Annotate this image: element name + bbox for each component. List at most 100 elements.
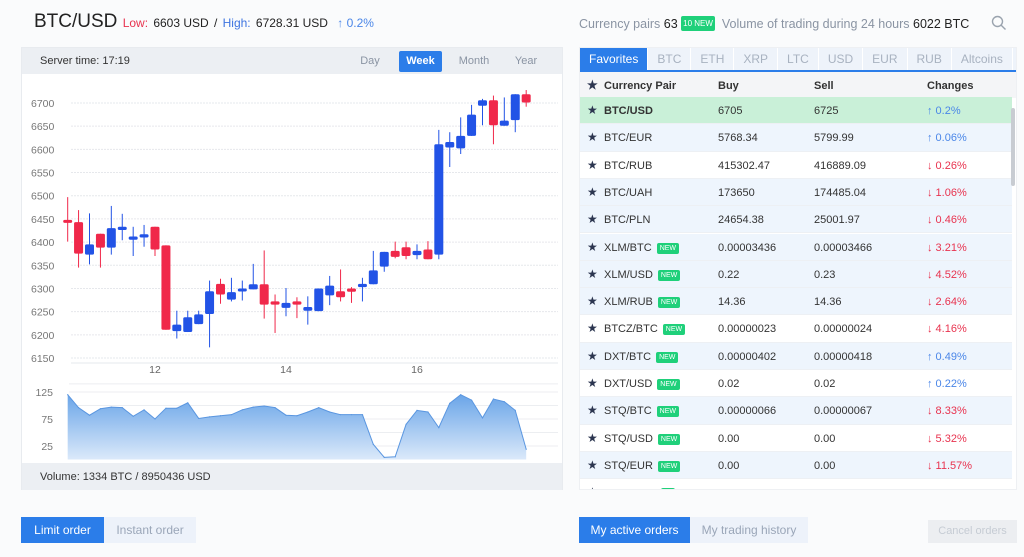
candle-body: [456, 135, 466, 149]
candle[interactable]: [314, 288, 324, 312]
star-icon: ★: [587, 78, 598, 92]
volume-point: [99, 408, 102, 410]
candle[interactable]: [139, 224, 149, 247]
change-percent: ↓ 5.32%: [927, 432, 967, 445]
table-row[interactable]: ★ BTC/RUB 415302.47 416889.09 ↓ 0.26%: [580, 152, 1012, 179]
candle[interactable]: [161, 245, 171, 330]
cancel-orders-button[interactable]: Cancel orders: [928, 520, 1017, 543]
tab-xrp[interactable]: XRP: [734, 48, 779, 70]
candle[interactable]: [85, 213, 94, 265]
table-scrollbar[interactable]: [1011, 108, 1015, 186]
new-pairs-badge: 10 NEW: [681, 16, 715, 31]
candle[interactable]: [434, 129, 444, 260]
tab-rub[interactable]: RUB: [908, 48, 952, 70]
candle[interactable]: [325, 275, 335, 306]
star-icon[interactable]: ★: [587, 321, 598, 335]
candle[interactable]: [488, 95, 498, 145]
limit-order-button[interactable]: Limit order: [21, 517, 104, 543]
table-row[interactable]: ★: [580, 479, 1012, 489]
table-row[interactable]: ★ STQ/USD NEW 0.00 0.00 ↓ 5.32%: [580, 425, 1012, 452]
buy-price: 14.36: [718, 296, 746, 309]
candle[interactable]: [205, 280, 215, 348]
star-icon[interactable]: ★: [587, 240, 598, 254]
instant-order-button[interactable]: Instant order: [104, 517, 196, 543]
candle[interactable]: [521, 90, 531, 107]
price-volume-chart[interactable]: 6150 6200 6250 6300 6350 6400 6450 6500 6550 6600…: [1, 1, 564, 464]
candle[interactable]: [401, 241, 411, 260]
tab-btc[interactable]: BTC: [648, 48, 692, 70]
star-icon[interactable]: ★: [587, 294, 598, 308]
sell-price: 0.00: [814, 432, 836, 445]
table-row[interactable]: ★ BTC/USD 6705 6725 ↑ 0.2%: [580, 97, 1012, 125]
volume-point: [383, 456, 385, 458]
candle[interactable]: [292, 297, 302, 319]
tab-eur[interactable]: EUR: [863, 48, 908, 70]
table-row[interactable]: ★ DXT/USD NEW 0.02 0.02 ↑ 0.22%: [580, 370, 1012, 398]
candle[interactable]: [368, 250, 378, 285]
candle[interactable]: [106, 205, 116, 255]
candle[interactable]: [357, 277, 367, 302]
tab-eth[interactable]: ETH: [691, 48, 735, 70]
candle[interactable]: [303, 296, 313, 325]
candle[interactable]: [336, 269, 346, 302]
trading-history-button[interactable]: My trading history: [690, 517, 808, 543]
star-icon[interactable]: ★: [587, 103, 598, 117]
table-row[interactable]: ★ BTC/UAH 173650 174485.04 ↓ 1.06%: [580, 178, 1012, 207]
candle[interactable]: [478, 98, 487, 126]
candle[interactable]: [456, 117, 466, 154]
star-icon[interactable]: ★: [587, 185, 598, 199]
star-icon[interactable]: ★: [587, 403, 598, 417]
star-icon[interactable]: ★: [587, 431, 598, 445]
candle[interactable]: [248, 263, 258, 290]
star-icon[interactable]: ★: [587, 130, 598, 144]
candle[interactable]: [259, 250, 269, 319]
table-row[interactable]: ★ STQ/EUR NEW 0.00 0.00 ↓ 11.57%: [580, 451, 1012, 480]
star-icon[interactable]: ★: [587, 458, 598, 472]
table-row[interactable]: ★ BTC/PLN 24654.38 25001.97 ↓ 0.46%: [580, 206, 1012, 234]
star-icon[interactable]: ★: [587, 485, 598, 489]
tab-fiat[interactable]: Fiat: [1013, 48, 1016, 70]
candle[interactable]: [95, 233, 105, 268]
candle[interactable]: [194, 310, 204, 325]
candle[interactable]: [216, 278, 225, 304]
pair-text: XLM/RUB: [604, 296, 653, 309]
star-icon[interactable]: ★: [587, 212, 598, 226]
col-buy[interactable]: Buy: [718, 80, 739, 92]
tab-favorites[interactable]: Favorites: [580, 48, 649, 70]
col-sell[interactable]: Sell: [814, 80, 834, 92]
col-pair[interactable]: Currency Pair: [604, 80, 676, 92]
candle[interactable]: [237, 280, 247, 301]
col-changes[interactable]: Changes: [927, 80, 973, 92]
candle[interactable]: [183, 310, 193, 333]
table-row[interactable]: ★ DXT/BTC NEW 0.00000402 0.00000418 ↑ 0.4…: [580, 342, 1012, 370]
table-row[interactable]: ★ XLM/BTC NEW 0.00003436 0.00003466 ↓ 3.2…: [580, 233, 1012, 261]
candle[interactable]: [412, 244, 422, 260]
candle[interactable]: [390, 241, 400, 259]
active-orders-button[interactable]: My active orders: [579, 517, 690, 543]
candle[interactable]: [128, 226, 138, 256]
candle[interactable]: [423, 241, 433, 260]
tab-altcoins[interactable]: Altcoins: [952, 48, 1013, 70]
star-icon[interactable]: ★: [587, 158, 598, 172]
candle[interactable]: [499, 97, 509, 126]
candle[interactable]: [467, 104, 477, 136]
candle[interactable]: [63, 197, 73, 242]
tab-usd[interactable]: USD: [819, 48, 864, 70]
candle[interactable]: [347, 287, 356, 303]
table-row[interactable]: ★ XLM/USD NEW 0.22 0.23 ↓ 4.52%: [580, 260, 1012, 289]
table-row[interactable]: ★ STQ/BTC NEW 0.00000066 0.00000067 ↓ 8.3…: [580, 397, 1012, 425]
candle[interactable]: [226, 277, 236, 302]
tab-ltc[interactable]: LTC: [778, 48, 819, 70]
candle[interactable]: [379, 251, 389, 272]
candle[interactable]: [150, 226, 160, 256]
table-row[interactable]: ★ BTC/EUR 5768.34 5799.99 ↑ 0.06%: [580, 124, 1012, 152]
table-row[interactable]: ★ BTCZ/BTC NEW 0.00000023 0.00000024 ↓ 4.…: [580, 315, 1012, 343]
buy-price: 0.00: [718, 432, 740, 445]
star-icon[interactable]: ★: [587, 349, 598, 363]
star-icon[interactable]: ★: [587, 376, 598, 390]
candle[interactable]: [270, 294, 280, 333]
candle[interactable]: [117, 213, 127, 241]
star-icon[interactable]: ★: [587, 267, 598, 281]
table-row[interactable]: ★ XLM/RUB NEW 14.36 14.36 ↓ 2.64%: [580, 288, 1012, 316]
search-icon[interactable]: [991, 15, 1007, 36]
